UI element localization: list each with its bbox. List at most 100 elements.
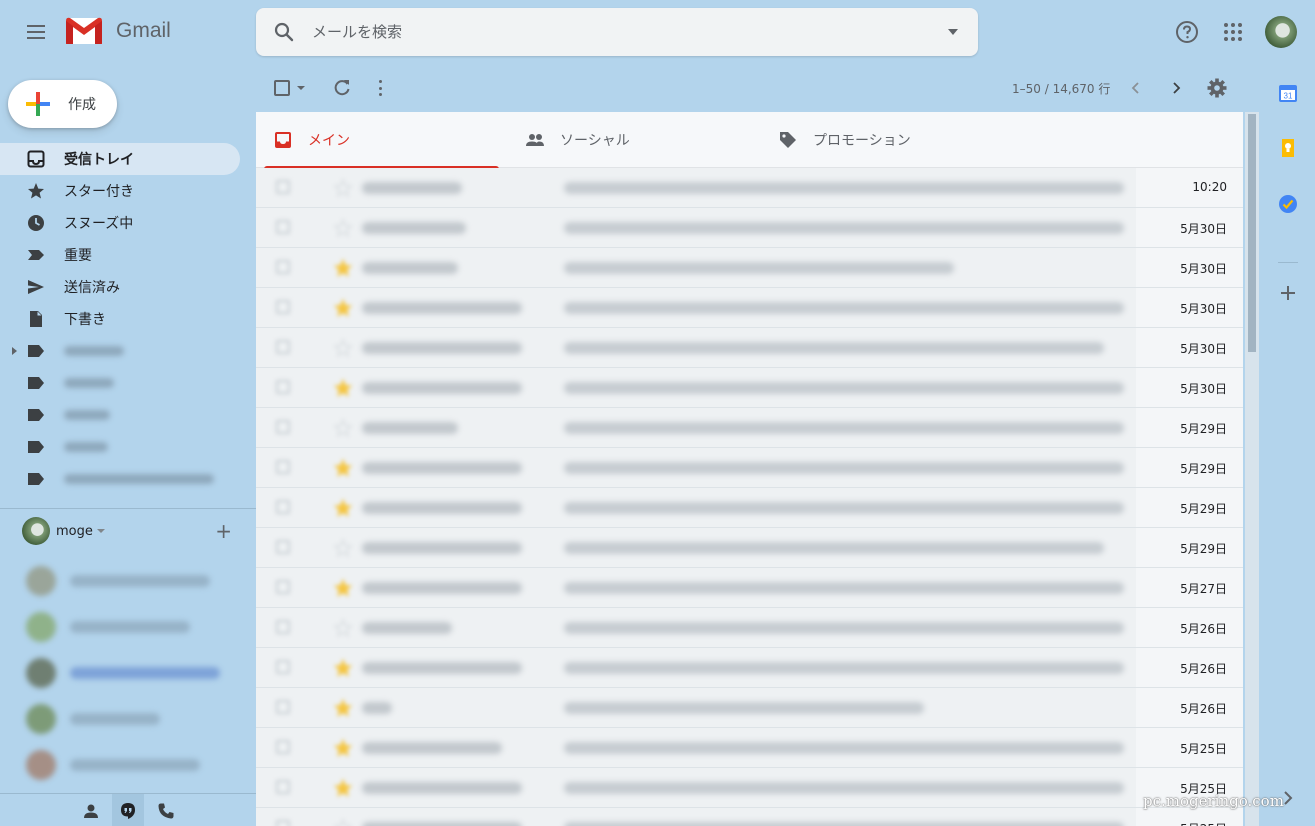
star-toggle-icon[interactable] (334, 659, 352, 677)
sidebar-item-drafts[interactable]: 下書き (0, 303, 256, 335)
sidebar-item-snoozed[interactable]: スヌーズ中 (0, 207, 256, 239)
row-checkbox[interactable] (276, 780, 290, 794)
hangouts-icon[interactable] (119, 802, 137, 820)
row-checkbox[interactable] (276, 660, 290, 674)
star-toggle-icon[interactable] (334, 619, 352, 637)
email-row[interactable]: 5月26日 (256, 648, 1243, 688)
sidebar-item-important[interactable]: 重要 (0, 239, 256, 271)
email-row[interactable]: 10:20 (256, 168, 1243, 208)
main-menu-icon[interactable] (20, 16, 52, 48)
phone-icon[interactable] (157, 802, 175, 820)
email-row[interactable]: 5月26日 (256, 688, 1243, 728)
star-toggle-icon[interactable] (334, 699, 352, 717)
keep-icon[interactable] (1278, 138, 1298, 158)
row-checkbox[interactable] (276, 620, 290, 634)
chat-contact[interactable] (18, 558, 244, 604)
sidebar-item-label-blurred[interactable] (0, 335, 256, 367)
star-toggle-icon[interactable] (334, 539, 352, 557)
tab-social[interactable]: ソーシャル (508, 112, 751, 168)
row-checkbox[interactable] (276, 500, 290, 514)
chat-contact[interactable] (18, 650, 244, 696)
add-addon-plus-icon[interactable] (1278, 283, 1298, 303)
row-checkbox[interactable] (276, 300, 290, 314)
email-row[interactable]: 5月25日 (256, 768, 1243, 808)
star-toggle-icon[interactable] (334, 579, 352, 597)
star-toggle-icon[interactable] (334, 299, 352, 317)
sidebar-item-label-blurred[interactable] (0, 431, 256, 463)
email-row[interactable]: 5月30日 (256, 208, 1243, 248)
star-toggle-icon[interactable] (334, 739, 352, 757)
user-menu-caret-icon[interactable] (96, 529, 105, 533)
newer-page-chevron-icon[interactable] (1128, 80, 1144, 96)
email-row[interactable]: 5月27日 (256, 568, 1243, 608)
compose-button[interactable]: 作成 (8, 80, 117, 128)
user-name[interactable]: moge (56, 524, 93, 539)
star-toggle-icon[interactable] (334, 339, 352, 357)
calendar-icon[interactable]: 31 (1278, 83, 1298, 103)
sidebar-item-inbox[interactable]: 受信トレイ (0, 143, 240, 175)
row-checkbox[interactable] (276, 380, 290, 394)
mail-list-scrollbar[interactable] (1245, 112, 1259, 826)
star-toggle-icon[interactable] (334, 779, 352, 797)
row-checkbox[interactable] (276, 340, 290, 354)
settings-gear-icon[interactable] (1206, 77, 1228, 99)
tab-primary[interactable]: メイン (256, 112, 499, 169)
star-toggle-icon[interactable] (334, 219, 352, 237)
star-toggle-icon[interactable] (334, 459, 352, 477)
star-toggle-icon[interactable] (334, 819, 352, 826)
row-checkbox[interactable] (276, 180, 290, 194)
row-checkbox[interactable] (276, 580, 290, 594)
search-bar[interactable] (256, 8, 978, 56)
chat-contact[interactable] (18, 604, 244, 650)
chat-contact[interactable] (18, 696, 244, 742)
star-toggle-icon[interactable] (334, 179, 352, 197)
email-row[interactable]: 5月29日 (256, 408, 1243, 448)
gmail-brand-text[interactable]: Gmail (116, 19, 171, 43)
gmail-logo[interactable] (64, 14, 104, 48)
sidebar-item-label-blurred[interactable] (0, 367, 256, 399)
hangouts-user[interactable]: moge + (22, 517, 252, 545)
star-toggle-icon[interactable] (334, 419, 352, 437)
row-checkbox[interactable] (276, 460, 290, 474)
star-toggle-icon[interactable] (334, 379, 352, 397)
scrollbar-thumb[interactable] (1248, 114, 1256, 352)
email-row[interactable]: 5月30日 (256, 328, 1243, 368)
row-checkbox[interactable] (276, 260, 290, 274)
email-row[interactable]: 5月30日 (256, 368, 1243, 408)
sidebar-item-starred[interactable]: スター付き (0, 175, 256, 207)
row-checkbox[interactable] (276, 740, 290, 754)
account-avatar[interactable] (1265, 16, 1297, 48)
sidebar-item-label-blurred[interactable] (0, 399, 256, 431)
older-page-chevron-icon[interactable] (1168, 80, 1184, 96)
row-checkbox[interactable] (276, 700, 290, 714)
email-row[interactable]: 5月29日 (256, 528, 1243, 568)
tab-promotions[interactable]: プロモーション (761, 112, 1004, 168)
email-row[interactable]: 5月29日 (256, 448, 1243, 488)
sidebar-item-sent[interactable]: 送信済み (0, 271, 256, 303)
tasks-icon[interactable] (1278, 194, 1298, 214)
chat-contact[interactable] (18, 742, 244, 788)
email-row[interactable]: 5月26日 (256, 608, 1243, 648)
select-options-caret-icon[interactable] (297, 86, 305, 90)
search-input[interactable] (312, 16, 912, 48)
row-checkbox[interactable] (276, 820, 290, 826)
expand-arrow-icon[interactable] (12, 347, 17, 355)
email-row[interactable]: 5月25日 (256, 728, 1243, 768)
help-icon[interactable] (1174, 19, 1200, 45)
search-options-icon[interactable] (948, 29, 958, 35)
email-row[interactable]: 5月30日 (256, 288, 1243, 328)
star-toggle-icon[interactable] (334, 499, 352, 517)
new-chat-plus-icon[interactable]: + (215, 521, 232, 541)
email-row[interactable]: 5月25日 (256, 808, 1243, 826)
contacts-icon[interactable] (82, 802, 100, 820)
refresh-icon[interactable] (332, 78, 352, 98)
search-icon[interactable] (272, 20, 296, 44)
sidebar-item-label-blurred[interactable] (0, 463, 256, 495)
row-checkbox[interactable] (276, 420, 290, 434)
email-row[interactable]: 5月29日 (256, 488, 1243, 528)
email-row[interactable]: 5月30日 (256, 248, 1243, 288)
more-options-icon[interactable] (379, 80, 383, 96)
select-all-checkbox[interactable] (274, 80, 290, 96)
apps-grid-icon[interactable] (1222, 21, 1244, 43)
row-checkbox[interactable] (276, 540, 290, 554)
